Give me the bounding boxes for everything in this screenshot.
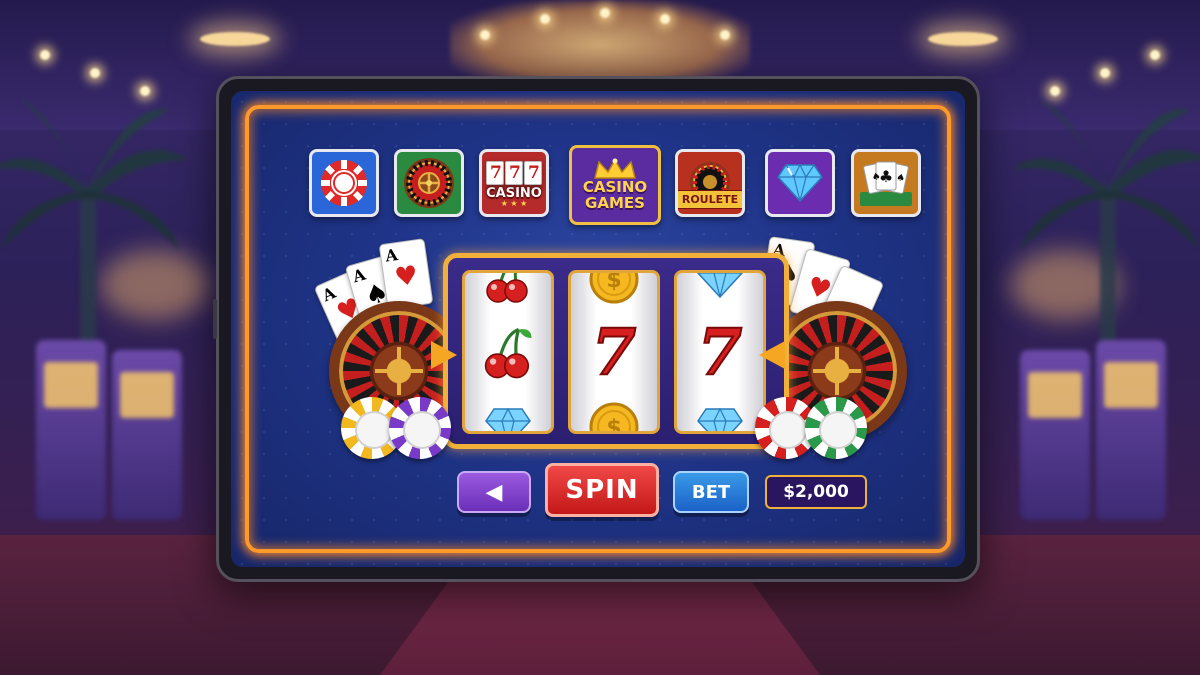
roulette-wheel-icon[interactable] bbox=[394, 149, 464, 217]
playing-cards-icon[interactable]: ♣ ♠ ♠ bbox=[851, 149, 921, 217]
diamond-icon bbox=[465, 399, 551, 431]
coin-icon: $ bbox=[571, 270, 657, 307]
ceiling-bulb bbox=[40, 50, 50, 60]
back-arrow-icon: ◀ bbox=[485, 479, 503, 505]
ceiling-bulb bbox=[1100, 68, 1110, 78]
tile-label: ROULETE bbox=[678, 189, 742, 209]
tablet-side-button bbox=[213, 299, 217, 339]
ceiling-bulb bbox=[600, 8, 610, 18]
coin-icon: $ bbox=[571, 399, 657, 434]
ceiling-bulb bbox=[1150, 50, 1160, 60]
diamond-icon bbox=[677, 273, 763, 307]
tablet-device: 7 7 7 CASINO ★ ★ ★ CASINO GAMES ROULETE bbox=[213, 76, 980, 582]
seven-digit: 7 bbox=[528, 162, 540, 183]
ceiling-bulb bbox=[720, 30, 730, 40]
back-button[interactable]: ◀ bbox=[457, 471, 531, 513]
reel-pointer-left bbox=[431, 341, 457, 369]
balance-value: $2,000 bbox=[783, 482, 849, 502]
svg-text:♣: ♣ bbox=[879, 167, 893, 186]
reel-1 bbox=[462, 270, 554, 434]
tile-label: CASINO bbox=[486, 185, 542, 201]
diamond-icon[interactable] bbox=[765, 149, 835, 217]
seven-digit: 7 bbox=[490, 162, 502, 183]
spin-button[interactable]: SPIN bbox=[545, 463, 659, 517]
seven-symbol: 7 bbox=[697, 315, 744, 390]
balance-display: $2,000 bbox=[765, 475, 867, 509]
lucky-777-icon[interactable]: 7 7 7 CASINO ★ ★ ★ bbox=[479, 149, 549, 217]
roulete-icon[interactable]: ROULETE bbox=[675, 149, 745, 217]
poker-chip-icon[interactable] bbox=[309, 149, 379, 217]
reel-3: 7 bbox=[674, 270, 766, 434]
crown-icon bbox=[594, 158, 636, 179]
background-slot-machine bbox=[1020, 350, 1090, 520]
reel-2: $ 7 $ bbox=[568, 270, 660, 434]
heart-icon: ♥ bbox=[392, 260, 421, 294]
bet-button[interactable]: BET bbox=[673, 471, 749, 513]
playing-card: A ♥ bbox=[378, 238, 434, 310]
spin-label: SPIN bbox=[565, 475, 639, 505]
tile-label: CASINO GAMES bbox=[582, 178, 648, 212]
slot-machine: $ 7 $ 7 bbox=[443, 253, 789, 449]
ceiling-bulb bbox=[540, 14, 550, 24]
reel-pointer-right bbox=[759, 341, 785, 369]
background-slot-machine bbox=[112, 350, 182, 520]
ceiling-bulb bbox=[660, 14, 670, 24]
ceiling-lamp bbox=[928, 32, 998, 46]
seven-digit: 7 bbox=[509, 162, 521, 183]
green-chip bbox=[805, 397, 867, 459]
game-screen: 7 7 7 CASINO ★ ★ ★ CASINO GAMES ROULETE bbox=[231, 91, 965, 567]
stars-icon: ★ ★ ★ bbox=[500, 198, 528, 208]
background-slot-machine bbox=[36, 340, 106, 520]
diamond-icon bbox=[677, 399, 763, 431]
cherry-icon bbox=[465, 273, 551, 307]
ceiling-bulb bbox=[480, 30, 490, 40]
ceiling-lamp bbox=[200, 32, 270, 46]
seven-symbol: 7 bbox=[591, 315, 638, 390]
svg-text:$: $ bbox=[606, 416, 621, 434]
background-slot-machine bbox=[1096, 340, 1166, 520]
purple-chip bbox=[389, 397, 451, 459]
casino-games-icon[interactable]: CASINO GAMES bbox=[569, 145, 661, 225]
bet-label: BET bbox=[691, 481, 731, 503]
cherry-icon bbox=[465, 323, 551, 383]
svg-text:$: $ bbox=[606, 270, 621, 293]
ceiling-bulb bbox=[90, 68, 100, 78]
